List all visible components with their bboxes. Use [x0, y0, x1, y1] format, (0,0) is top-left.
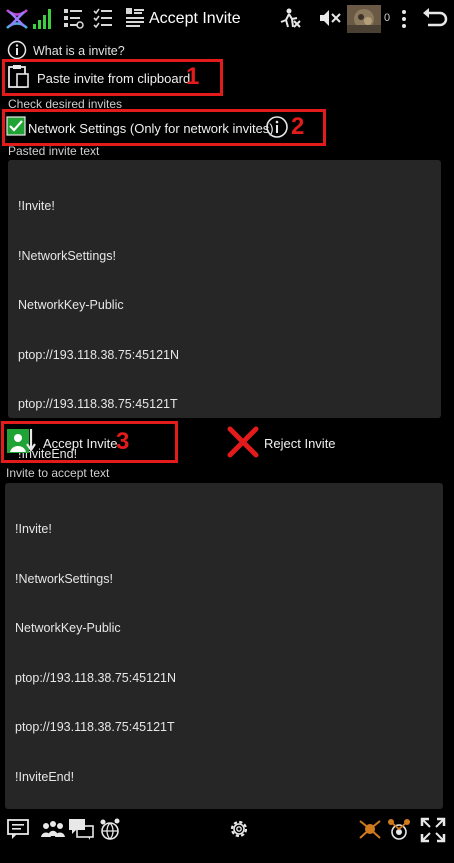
chat-icon[interactable]	[6, 818, 30, 840]
fullscreen-icon[interactable]	[420, 817, 446, 843]
back-icon[interactable]	[420, 5, 448, 33]
network-settings-label[interactable]: Network Settings (Only for network invit…	[28, 121, 274, 136]
accept-text-label: Invite to accept text	[6, 466, 110, 480]
page-title: Accept Invite	[149, 10, 241, 27]
settings-gear-icon[interactable]	[227, 817, 251, 841]
messages-icon[interactable]	[68, 817, 94, 841]
network-disabled-icon[interactable]	[277, 6, 301, 30]
network-settings-checkbox[interactable]	[6, 116, 26, 136]
invite-page-icon	[124, 6, 146, 30]
accept-invite-button[interactable]: Accept Invite	[43, 436, 117, 451]
annotation-number-1: 1	[186, 63, 200, 90]
more-options-icon[interactable]	[399, 8, 409, 30]
pasted-invite-textarea[interactable]: !Invite! !NetworkSettings! NetworkKey-Pu…	[8, 160, 441, 461]
users-icon[interactable]	[40, 819, 66, 839]
peer-count: 0	[384, 12, 391, 24]
paste-invite-button[interactable]: Paste invite from clipboard	[37, 71, 190, 86]
text-line: ptop://193.118.38.75:45121T	[15, 720, 175, 734]
help-link[interactable]: What is a invite?	[33, 44, 125, 58]
pasted-text-label: Pasted invite text	[8, 144, 100, 158]
network-info-icon[interactable]	[265, 115, 289, 139]
top-bar: Accept Invite 0	[0, 0, 454, 38]
text-line: !Invite!	[18, 199, 55, 213]
text-line: !NetworkSettings!	[15, 571, 113, 586]
mute-icon[interactable]	[318, 6, 342, 30]
accept-invite-textarea[interactable]: !Invite! !NetworkSettings! NetworkKey-Pu…	[5, 483, 443, 809]
avatar[interactable]	[347, 5, 381, 33]
annotation-number-2: 2	[291, 113, 305, 140]
text-line: ptop://193.118.38.75:45121N	[18, 347, 180, 362]
annotation-number-3: 3	[116, 428, 130, 455]
text-line: !Invite!	[15, 522, 52, 536]
reject-x-icon	[227, 426, 259, 458]
text-line: !NetworkSettings!	[18, 248, 116, 263]
checklist-icon[interactable]	[92, 6, 114, 30]
text-line: !InviteEnd!	[15, 769, 75, 784]
text-line: NetworkKey-Public	[18, 298, 124, 312]
text-line: ptop://193.118.38.75:45121T	[18, 397, 178, 411]
shared-network-icon[interactable]	[386, 817, 412, 841]
info-icon[interactable]	[7, 40, 27, 60]
invite-list-icon[interactable]	[62, 6, 84, 30]
signal-strength-icon	[32, 6, 54, 30]
peer-network-icon[interactable]	[357, 818, 383, 840]
network-globe-icon[interactable]	[98, 817, 122, 841]
app-logo-icon[interactable]	[4, 6, 30, 32]
bottom-bar	[0, 812, 454, 863]
text-line: ptop://193.118.38.75:45121N	[15, 670, 177, 685]
reject-invite-button[interactable]: Reject Invite	[264, 436, 336, 451]
accept-invite-icon	[6, 425, 38, 457]
clipboard-icon	[7, 63, 31, 89]
text-line: NetworkKey-Public	[15, 621, 121, 635]
